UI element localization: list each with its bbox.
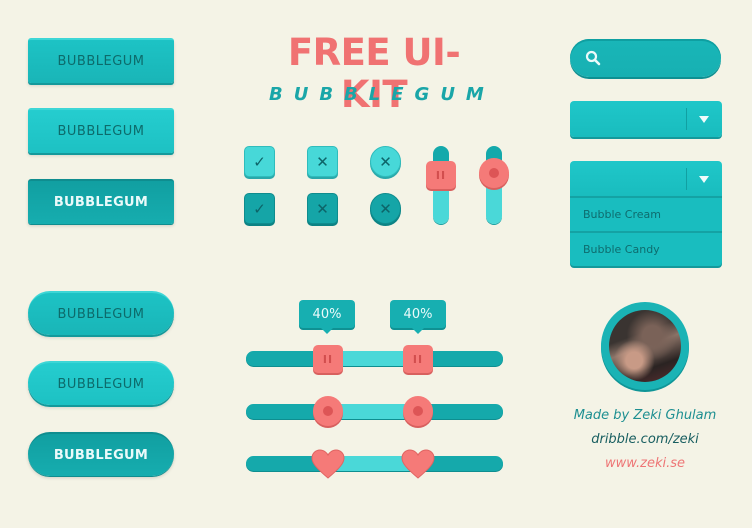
select-divider xyxy=(686,108,687,130)
range-slider-handle-round-high[interactable] xyxy=(403,396,433,426)
author-credit: Made by Zeki Ghulam xyxy=(573,408,717,423)
range-slider-track-2[interactable] xyxy=(246,404,503,419)
range-tooltip-high: 40% xyxy=(390,300,446,334)
select-dropdown[interactable] xyxy=(570,101,722,137)
heart-handle-low-icon[interactable] xyxy=(311,449,345,479)
heart-handle-high-icon[interactable] xyxy=(401,449,435,479)
range-slider-track-1[interactable] xyxy=(246,351,503,366)
range-slider-track-3[interactable] xyxy=(246,456,503,471)
checkbox-x-dark[interactable]: ✕ xyxy=(307,193,338,224)
bubblegum-button-normal[interactable]: BUBBLEGUM xyxy=(28,38,174,83)
dribbble-link[interactable]: dribble.com/zeki xyxy=(560,432,730,447)
page-subtitle: BUBBLEGUM xyxy=(269,84,495,105)
radio-x-dark[interactable]: ✕ xyxy=(370,193,401,224)
select-option[interactable]: Bubble Candy xyxy=(570,231,722,266)
bubblegum-pill-button-hover[interactable]: BUBBLEGUM xyxy=(28,361,174,405)
bubblegum-pill-button-normal[interactable]: BUBBLEGUM xyxy=(28,291,174,335)
grip-icon: II xyxy=(435,168,447,182)
search-input[interactable] xyxy=(570,39,721,77)
caret-down-icon[interactable] xyxy=(699,116,709,123)
checkbox-checked-dark[interactable]: ✓ xyxy=(244,193,275,224)
select-option[interactable]: Bubble Cream xyxy=(570,196,722,231)
vertical-slider-handle-square[interactable]: II xyxy=(426,161,456,189)
x-icon: ✕ xyxy=(316,199,329,218)
checkbox-checked-light[interactable]: ✓ xyxy=(244,146,275,177)
handle-dot-icon xyxy=(489,168,499,178)
checkbox-x-light[interactable]: ✕ xyxy=(307,146,338,177)
grip-icon: II xyxy=(412,352,424,366)
x-icon: ✕ xyxy=(316,152,329,171)
handle-dot-icon xyxy=(413,406,423,416)
select-divider xyxy=(686,168,687,190)
range-tooltip-low: 40% xyxy=(299,300,355,334)
bubblegum-button-hover[interactable]: BUBBLEGUM xyxy=(28,108,174,153)
range-slider-handle-high[interactable]: II xyxy=(403,345,433,373)
vertical-slider-handle-round[interactable] xyxy=(479,158,509,188)
check-icon: ✓ xyxy=(253,199,266,218)
search-icon xyxy=(585,50,601,66)
avatar xyxy=(609,310,681,382)
range-slider-handle-round-low[interactable] xyxy=(313,396,343,426)
select-dropdown-open[interactable] xyxy=(570,161,722,197)
bubblegum-button-active[interactable]: BUBBLEGUM xyxy=(28,179,174,224)
bubblegum-pill-button-active[interactable]: BUBBLEGUM xyxy=(28,432,174,476)
avatar-frame xyxy=(601,302,689,390)
x-icon: ✕ xyxy=(379,199,392,218)
website-link[interactable]: www.zeki.se xyxy=(560,456,730,471)
range-slider-handle-low[interactable]: II xyxy=(313,345,343,373)
handle-dot-icon xyxy=(323,406,333,416)
radio-x-light[interactable]: ✕ xyxy=(370,146,401,177)
grip-icon: II xyxy=(322,352,334,366)
x-icon: ✕ xyxy=(379,152,392,171)
caret-down-icon[interactable] xyxy=(699,176,709,183)
check-icon: ✓ xyxy=(253,152,266,171)
